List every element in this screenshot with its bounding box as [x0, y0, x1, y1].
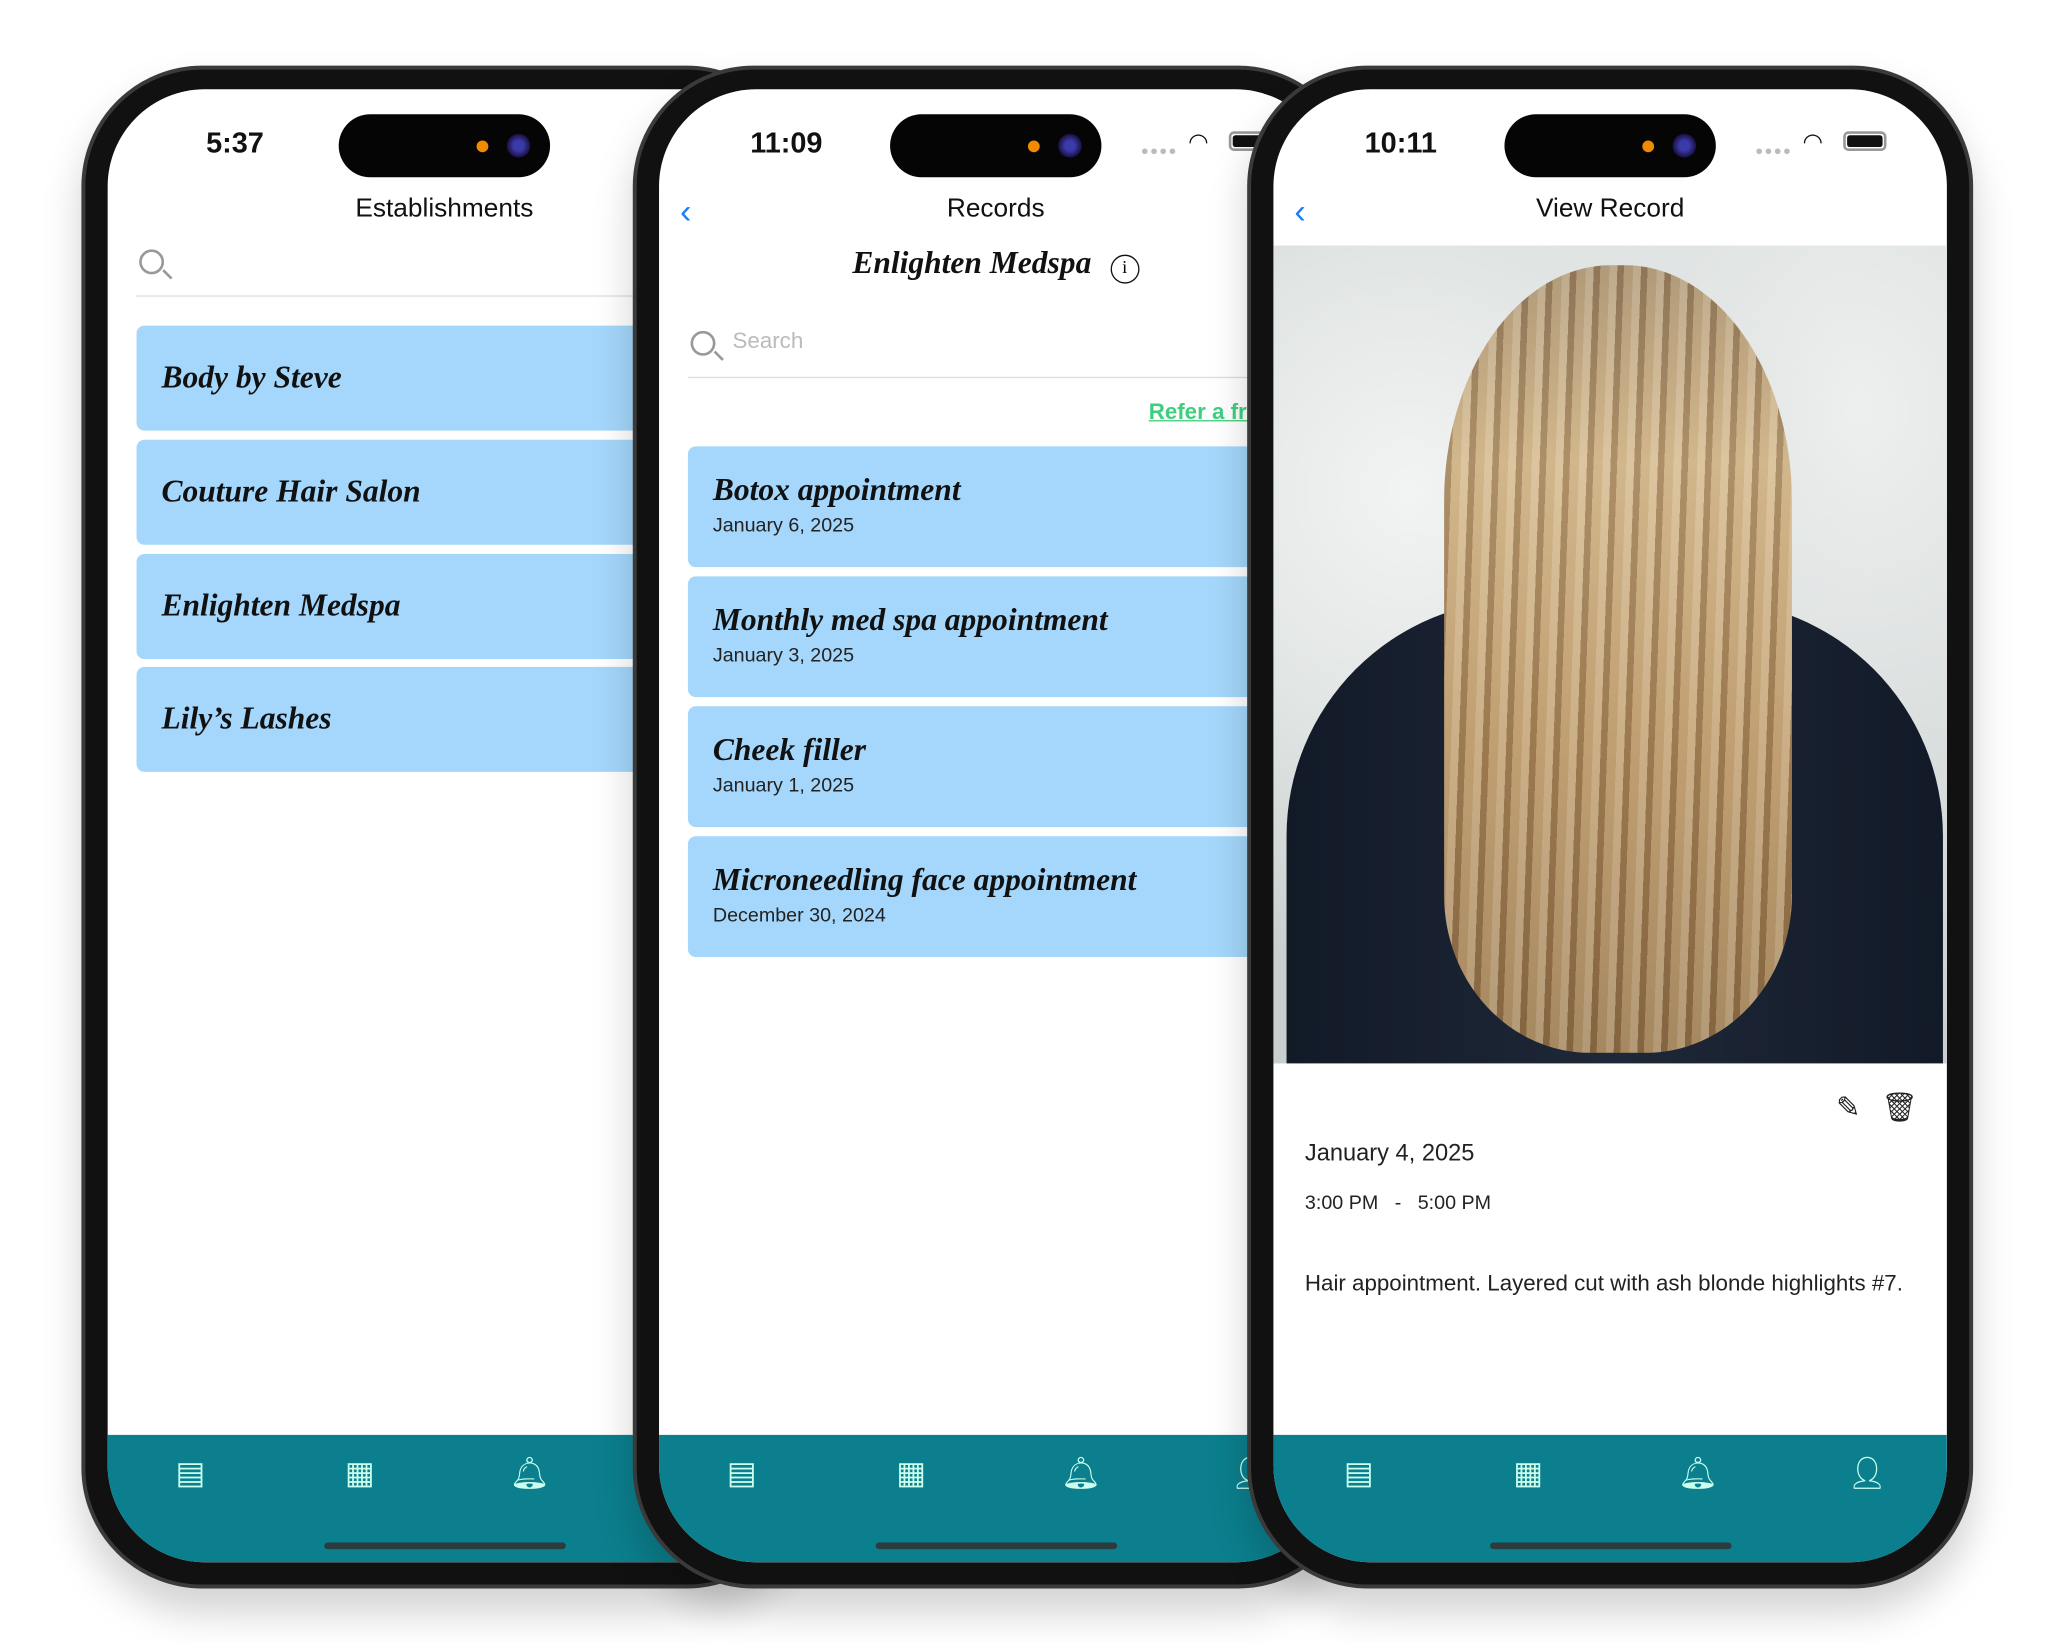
tab-calendar[interactable]: ▦: [891, 1455, 930, 1497]
establishment-name: Enlighten Medspa: [852, 246, 1092, 281]
status-time: 5:37: [206, 126, 264, 159]
record-title: Cheek filler: [712, 733, 866, 768]
record-note: Hair appointment. Layered cut with ash b…: [1304, 1270, 1903, 1296]
profile-icon: 👤︎: [1847, 1455, 1888, 1492]
page-title: View Record: [1535, 194, 1685, 224]
record-title: Microneedling face appointment: [712, 863, 1137, 898]
end-time: 5:00 PM: [1417, 1192, 1492, 1215]
tab-notifications[interactable]: 🔔︎: [1060, 1455, 1101, 1497]
record-date: January 3, 2025: [712, 644, 855, 667]
home-indicator[interactable]: [323, 1542, 566, 1550]
edit-icon[interactable]: ✎: [1836, 1091, 1860, 1124]
record-time: 3:00 PM - 5:00 PM: [1305, 1192, 1491, 1214]
status-time: 11:09: [750, 126, 823, 159]
battery-icon: [1843, 131, 1887, 151]
record-date: January 4, 2025: [1304, 1139, 1475, 1166]
document-icon: ▤: [726, 1455, 757, 1492]
search-bar[interactable]: [136, 244, 688, 297]
record-title: Botox appointment: [712, 473, 961, 509]
search-bar[interactable]: [687, 326, 1266, 379]
page-title: Records: [946, 194, 1045, 224]
tab-calendar[interactable]: ▦: [1508, 1455, 1547, 1497]
phone-view-record: 10:11 ●●●● ◠ ‹ View Record ✎ 🗑︎ January 4…: [1247, 65, 1974, 1589]
record-title: Monthly med spa appointment: [712, 603, 1108, 639]
wifi-icon: ◠: [1802, 128, 1824, 155]
record-item[interactable]: Botox appointment January 6, 2025: [687, 446, 1333, 568]
dynamic-island: [890, 114, 1102, 178]
bell-icon: 🔔︎: [1060, 1455, 1101, 1492]
search-icon: [139, 249, 165, 275]
signal-icon: ●●●●: [1140, 144, 1178, 159]
document-icon: ▤: [175, 1455, 206, 1492]
tab-notifications[interactable]: 🔔︎: [509, 1455, 550, 1497]
calendar-icon: ▦: [1513, 1455, 1543, 1492]
calendar-icon: ▦: [344, 1455, 375, 1492]
tab-records[interactable]: ▤: [722, 1455, 761, 1497]
status-time: 10:11: [1364, 126, 1437, 159]
record-item[interactable]: Monthly med spa appointment January 3, 20…: [687, 576, 1333, 698]
tab-calendar[interactable]: ▦: [340, 1455, 379, 1497]
record-photo[interactable]: [1273, 245, 1947, 1064]
bell-icon: 🔔︎: [1677, 1455, 1718, 1492]
tab-records[interactable]: ▤: [1339, 1455, 1378, 1497]
establishment-header: Enlighten Medspa i: [659, 247, 1332, 284]
dynamic-island: [1504, 114, 1716, 178]
record-item[interactable]: Cheek filler January 1, 2025: [687, 706, 1333, 828]
record-actions: ✎ 🗑︎: [1815, 1091, 1918, 1125]
document-icon: ▤: [1343, 1455, 1374, 1492]
wifi-icon: ◠: [1188, 128, 1209, 155]
search-icon: [690, 330, 716, 356]
record-date: January 6, 2025: [712, 514, 855, 537]
search-input[interactable]: [181, 246, 576, 274]
start-time: 3:00 PM: [1304, 1192, 1379, 1215]
bell-icon: 🔔︎: [509, 1455, 550, 1492]
time-separator: -: [1394, 1192, 1402, 1215]
signal-icon: ●●●●: [1755, 144, 1793, 159]
tab-bar: ▤ ▦ 🔔︎ 👤︎: [1273, 1434, 1947, 1563]
tab-profile[interactable]: 👤︎: [1847, 1455, 1888, 1497]
trash-icon[interactable]: 🗑︎: [1881, 1091, 1918, 1124]
info-icon[interactable]: i: [1110, 254, 1140, 284]
tab-records[interactable]: ▤: [171, 1455, 210, 1497]
tab-notifications[interactable]: 🔔︎: [1677, 1455, 1718, 1497]
dynamic-island: [338, 114, 551, 178]
record-date: January 1, 2025: [712, 774, 855, 797]
home-indicator[interactable]: [1489, 1542, 1731, 1550]
calendar-icon: ▦: [896, 1455, 926, 1492]
photo-hair: [1444, 265, 1792, 1053]
record-date: December 30, 2024: [712, 904, 886, 927]
search-input[interactable]: [732, 328, 1127, 355]
tab-bar: ▤ ▦ 🔔︎ 👤︎: [659, 1434, 1333, 1563]
record-item[interactable]: Microneedling face appointment December 3…: [687, 836, 1333, 958]
home-indicator[interactable]: [874, 1542, 1117, 1550]
